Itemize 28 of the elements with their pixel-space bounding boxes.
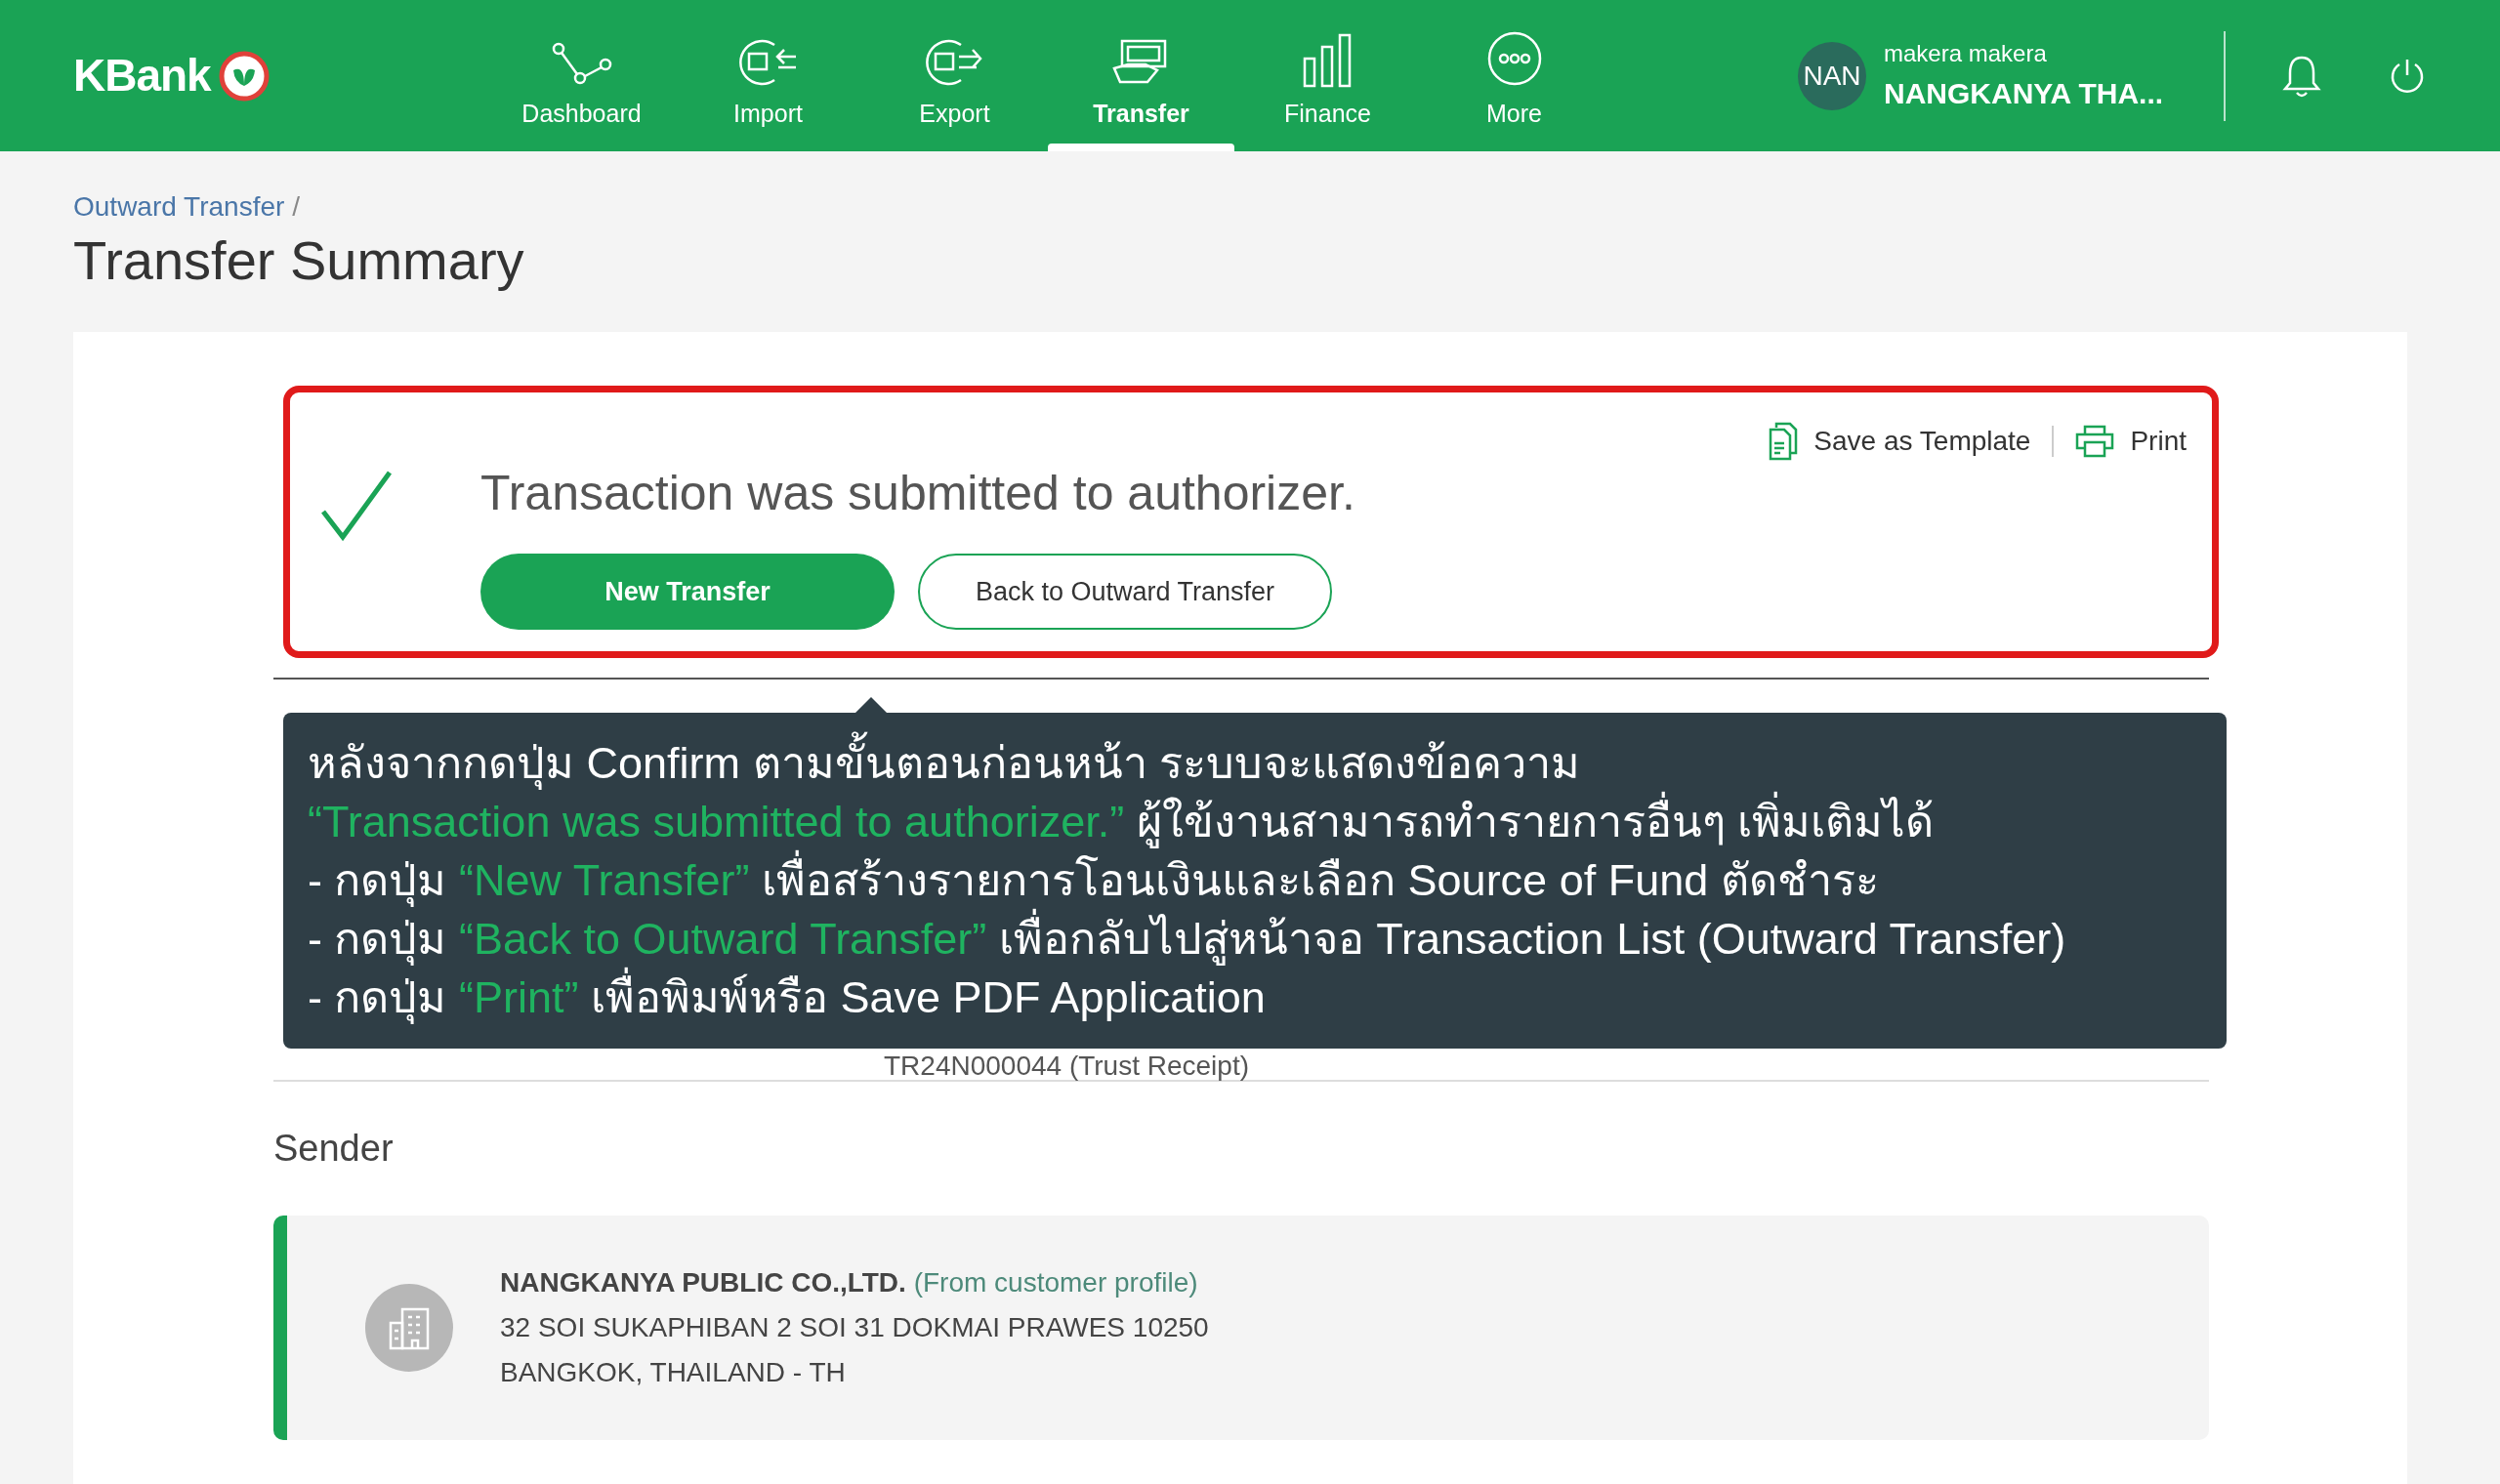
print-link[interactable]: Print bbox=[2069, 420, 2192, 464]
logo-icon bbox=[218, 50, 270, 102]
nav-tab[interactable]: Transfer bbox=[1048, 0, 1234, 151]
user-name: NANGKANYA THA... bbox=[1884, 76, 2165, 111]
breadcrumb-separator: / bbox=[292, 190, 301, 224]
address-line: 32 SOI SUKAPHIBAN 2 SOI 31 DOKMAI PRAWES 10250 bbox=[500, 1311, 1209, 1345]
user-role: makera makera bbox=[1884, 39, 2048, 68]
reference-text: TR24N000044 (Trust Receipt) bbox=[884, 1050, 1249, 1084]
document-icon bbox=[1769, 422, 1799, 462]
user-avatar: NAN bbox=[1798, 41, 1866, 110]
new-transfer-button[interactable]: New Transfer bbox=[480, 554, 895, 631]
logo-text: KBank bbox=[73, 49, 211, 103]
nav-tab[interactable]: Dashboard bbox=[488, 0, 675, 151]
tooltip-line: - กดปุ่ม “Print” เพื่อพิมพ์หรือ Save PDF Application bbox=[308, 969, 2202, 1028]
section-heading: Sender bbox=[273, 1127, 395, 1172]
printer-icon bbox=[2075, 425, 2115, 459]
nav-tab[interactable]: More bbox=[1421, 0, 1607, 151]
page-title: Transfer Summary bbox=[73, 228, 525, 293]
nav-tab[interactable]: Finance bbox=[1234, 0, 1421, 151]
company-name: NANGKANYA PUBLIC CO.,LTD. (From customer profile) bbox=[500, 1266, 1199, 1300]
address-line: BANGKOK, THAILAND - TH bbox=[500, 1356, 847, 1390]
save-template-link[interactable]: Save as Template bbox=[1763, 420, 2037, 464]
success-message: Transaction was submitted to authorizer. bbox=[480, 465, 1356, 523]
nav-tab[interactable]: Import bbox=[675, 0, 861, 151]
back-button[interactable]: Back to Outward Transfer bbox=[918, 554, 1332, 631]
breadcrumb-link[interactable]: Outward Transfer bbox=[73, 186, 285, 227]
check-icon bbox=[319, 469, 393, 543]
nav-tab[interactable]: Export bbox=[861, 0, 1048, 151]
